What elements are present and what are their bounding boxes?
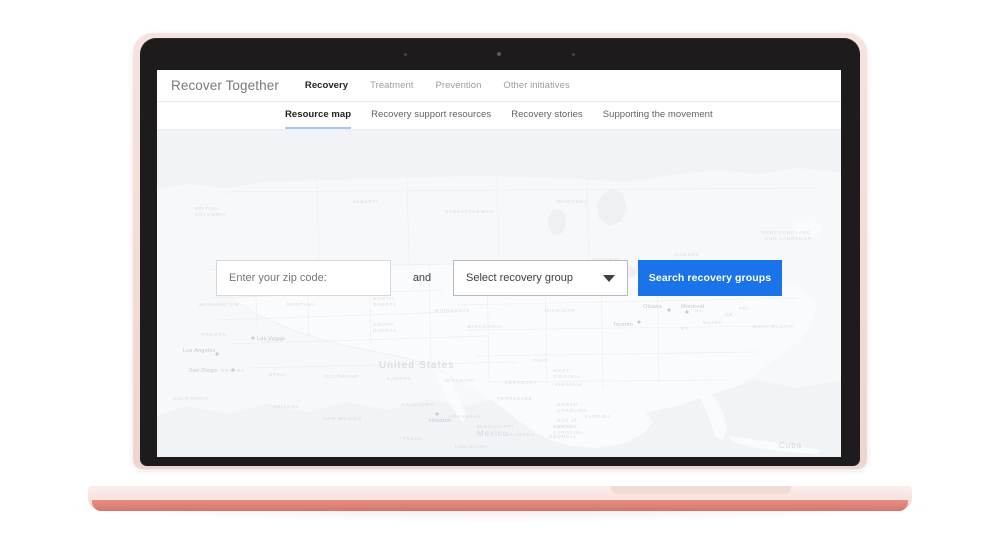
site-header: Recover Together Recovery Treatment Prev… (157, 70, 841, 102)
svg-text:NOVA SCOTIA: NOVA SCOTIA (753, 324, 794, 329)
svg-text:COLUMBIA: COLUMBIA (195, 212, 226, 217)
svg-text:OKLAHOMA: OKLAHOMA (401, 402, 434, 407)
microphone-icon (572, 53, 575, 56)
svg-text:ARKANSAS: ARKANSAS (449, 414, 481, 419)
secondary-navigation-bar: Resource map Recovery support resources … (157, 102, 841, 130)
svg-text:Montreal: Montreal (681, 304, 704, 310)
svg-text:DAKOTA: DAKOTA (373, 302, 397, 307)
svg-text:MICHIGAN: MICHIGAN (545, 308, 575, 313)
svg-text:San Diego: San Diego (189, 368, 217, 374)
svg-text:NB: NB (725, 312, 733, 317)
svg-text:NORTH: NORTH (557, 402, 578, 407)
secondary-navigation: Resource map Recovery support resources … (285, 102, 713, 129)
svg-text:TENNESSEE: TENNESSEE (497, 396, 533, 401)
svg-text:Los Angeles: Los Angeles (183, 348, 216, 354)
svg-text:VIRGINIA: VIRGINIA (553, 374, 580, 379)
tab-recovery-stories[interactable]: Recovery stories (511, 109, 583, 129)
chevron-down-icon (603, 274, 615, 282)
svg-text:CAROLINA: CAROLINA (553, 430, 584, 435)
nav-item-recovery[interactable]: Recovery (305, 80, 348, 91)
laptop-screen: Recover Together Recovery Treatment Prev… (157, 70, 841, 457)
svg-text:COLORADO: COLORADO (325, 374, 359, 379)
zip-code-input[interactable]: Enter your zip code: (216, 260, 391, 296)
svg-text:NEW MEXICO: NEW MEXICO (323, 416, 362, 421)
svg-text:DAKOTA: DAKOTA (373, 328, 397, 333)
svg-text:VIRGINIA: VIRGINIA (555, 382, 582, 387)
resource-map[interactable]: BRITISH COLUMBIA ALBERTA SASKATCHEWAN MA… (157, 130, 841, 457)
screenshot-canvas: Recover Together Recovery Treatment Prev… (0, 0, 1000, 550)
svg-text:WEST: WEST (553, 368, 570, 373)
svg-text:MAINE: MAINE (703, 320, 722, 325)
svg-text:ARIZONA: ARIZONA (273, 404, 300, 409)
svg-text:OREGON: OREGON (201, 332, 227, 337)
primary-navigation: Recovery Treatment Prevention Other init… (305, 80, 570, 91)
svg-text:PEI: PEI (739, 306, 749, 311)
svg-text:Houston: Houston (429, 418, 451, 424)
svg-text:Mexico: Mexico (477, 429, 508, 438)
svg-text:Cuba: Cuba (779, 441, 802, 450)
recovery-group-select[interactable]: Select recovery group (453, 260, 628, 296)
tab-recovery-support-resources[interactable]: Recovery support resources (371, 109, 491, 129)
svg-text:MANITOBA: MANITOBA (557, 199, 588, 204)
nav-item-other-initiatives[interactable]: Other initiatives (503, 80, 569, 91)
svg-text:WASHINGTON: WASHINGTON (199, 302, 239, 307)
webcam-icon (497, 52, 501, 56)
svg-text:AND LABRADOR: AND LABRADOR (765, 236, 812, 241)
microphone-icon (404, 53, 407, 56)
svg-text:MISSOURI: MISSOURI (445, 378, 475, 383)
svg-text:OHIO: OHIO (533, 358, 548, 363)
svg-text:QUEBEC: QUEBEC (675, 252, 700, 257)
svg-text:FLORIDA: FLORIDA (585, 414, 611, 419)
svg-text:CALIFORNIA: CALIFORNIA (173, 396, 210, 401)
search-recovery-groups-button[interactable]: Search recovery groups (638, 260, 782, 296)
svg-text:ALBERTA: ALBERTA (353, 199, 380, 204)
svg-text:Gulf of: Gulf of (557, 418, 577, 423)
laptop-device: Recover Together Recovery Treatment Prev… (0, 0, 1000, 550)
laptop-base-notch (611, 486, 791, 494)
svg-text:MINNESOTA: MINNESOTA (435, 308, 470, 313)
svg-text:KANSAS: KANSAS (387, 376, 411, 381)
svg-text:CAROLINA: CAROLINA (557, 408, 588, 413)
svg-text:KENTUCKY: KENTUCKY (505, 380, 537, 385)
zip-code-placeholder: Enter your zip code: (229, 272, 327, 284)
svg-text:TEXAS: TEXAS (403, 436, 423, 441)
svg-text:WISCONSIN: WISCONSIN (467, 324, 502, 329)
laptop-shadow (70, 508, 930, 522)
tab-resource-map[interactable]: Resource map (285, 109, 352, 129)
nav-item-treatment[interactable]: Treatment (370, 80, 413, 91)
svg-text:Mexico: Mexico (557, 424, 577, 429)
svg-text:LOUISIANA: LOUISIANA (455, 444, 488, 449)
nav-item-prevention[interactable]: Prevention (436, 80, 482, 91)
site-logo[interactable]: Recover Together (171, 78, 279, 93)
svg-text:NEWFOUNDLAND: NEWFOUNDLAND (761, 230, 811, 235)
svg-text:ALABAMA: ALABAMA (507, 432, 535, 437)
svg-text:BRITISH: BRITISH (195, 206, 219, 211)
svg-text:Ottawa: Ottawa (643, 304, 663, 310)
tab-supporting-the-movement[interactable]: Supporting the movement (603, 109, 713, 129)
svg-text:SASKATCHEWAN: SASKATCHEWAN (445, 209, 494, 214)
recovery-group-select-label: Select recovery group (466, 272, 573, 284)
conjunction-label: and (412, 272, 432, 284)
svg-text:MONTANA: MONTANA (287, 302, 316, 307)
svg-text:SOUTH: SOUTH (373, 322, 394, 327)
svg-text:UTAH: UTAH (269, 372, 285, 377)
svg-text:United States: United States (379, 360, 455, 371)
svg-text:VT: VT (681, 326, 689, 331)
resource-search-form: Enter your zip code: and Select recovery… (157, 260, 841, 296)
svg-text:Toronto: Toronto (613, 322, 633, 328)
svg-text:Las Vegas: Las Vegas (257, 336, 285, 342)
svg-text:NORTH: NORTH (373, 296, 394, 301)
